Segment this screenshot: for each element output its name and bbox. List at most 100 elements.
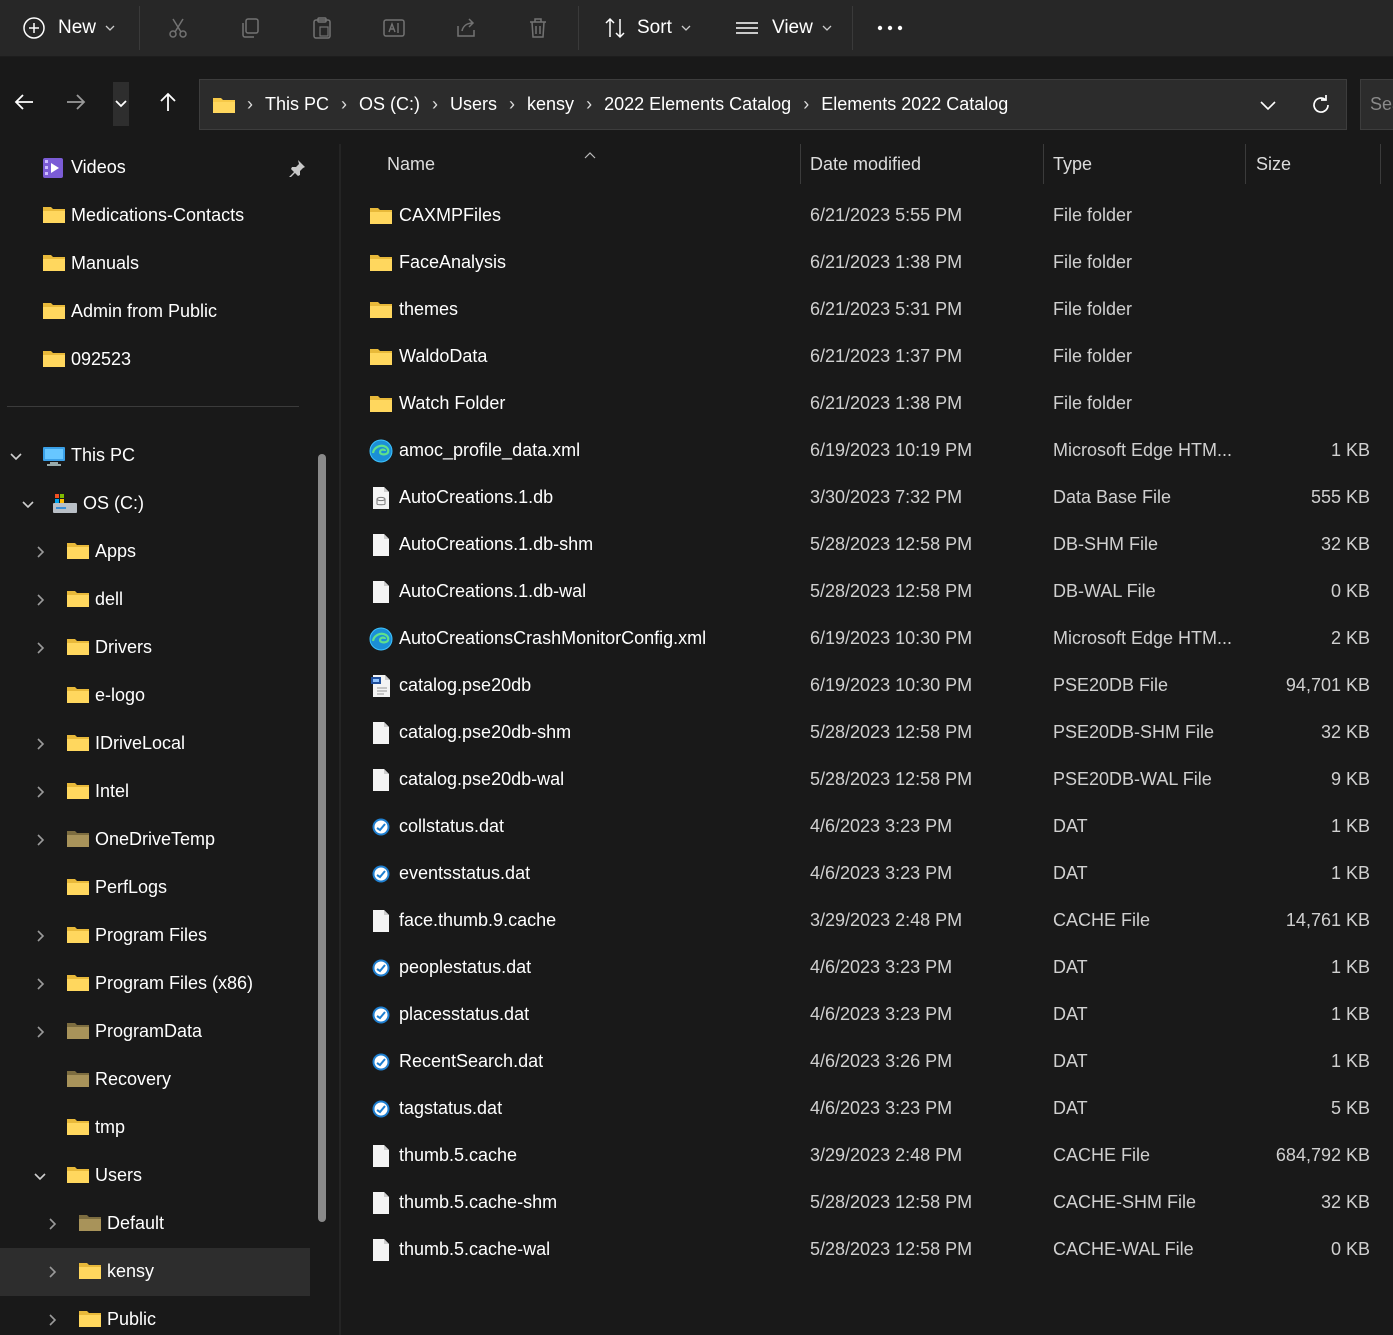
chevron-down-icon[interactable]: [8, 448, 24, 464]
search-input[interactable]: Sea: [1360, 79, 1393, 130]
rename-button[interactable]: [382, 0, 406, 56]
back-button[interactable]: [8, 84, 40, 124]
sidebar-item[interactable]: Intel: [0, 768, 310, 816]
sidebar-item[interactable]: ProgramData: [0, 1008, 310, 1056]
file-row[interactable]: AutoCreations.1.db-wal 5/28/2023 12:58 PM…: [343, 568, 1393, 615]
file-row[interactable]: thumb.5.cache 3/29/2023 2:48 PM CACHE File…: [343, 1132, 1393, 1179]
breadcrumb-item[interactable]: 2022 Elements Catalog: [595, 94, 800, 115]
sidebar-item[interactable]: dell: [0, 576, 310, 624]
sidebar-item[interactable]: 092523: [0, 336, 310, 384]
sidebar-item[interactable]: Program Files (x86): [0, 960, 310, 1008]
pin-icon[interactable]: [288, 159, 306, 182]
chevron-right-icon[interactable]: [44, 1312, 60, 1328]
forward-button[interactable]: [62, 84, 90, 124]
sidebar-item[interactable]: Videos: [0, 144, 310, 192]
sidebar-item[interactable]: Default: [0, 1200, 310, 1248]
file-row[interactable]: face.thumb.9.cache 3/29/2023 2:48 PM CACHE…: [343, 897, 1393, 944]
chevron-right-icon[interactable]: [32, 1024, 48, 1040]
more-options-button[interactable]: [876, 0, 904, 56]
file-row[interactable]: catalog.pse20db 6/19/2023 10:30 PM PSE20DB…: [343, 662, 1393, 709]
chevron-down-icon[interactable]: [20, 496, 36, 512]
chevron-right-icon[interactable]: [32, 784, 48, 800]
file-row[interactable]: Watch Folder 6/21/2023 1:38 PM File folder: [343, 380, 1393, 427]
cut-button[interactable]: [166, 0, 190, 56]
column-divider[interactable]: [1245, 144, 1246, 184]
sidebar-item[interactable]: OneDriveTemp: [0, 816, 310, 864]
file-row[interactable]: catalog.pse20db-wal 5/28/2023 12:58 PM PSE…: [343, 756, 1393, 803]
sidebar-scrollbar[interactable]: [318, 454, 326, 1222]
chevron-right-icon[interactable]: [32, 976, 48, 992]
recent-locations-button[interactable]: [113, 82, 129, 126]
sidebar-item[interactable]: Program Files: [0, 912, 310, 960]
sidebar-item[interactable]: Users: [0, 1152, 310, 1200]
column-divider[interactable]: [1043, 144, 1044, 184]
copy-button[interactable]: [238, 0, 262, 56]
sidebar-item[interactable]: Drivers: [0, 624, 310, 672]
column-header-type[interactable]: Type: [1053, 154, 1092, 175]
breadcrumb-item[interactable]: kensy: [518, 94, 583, 115]
chevron-right-icon[interactable]: [32, 928, 48, 944]
file-row[interactable]: AutoCreations.1.db-shm 5/28/2023 12:58 PM…: [343, 521, 1393, 568]
breadcrumb-item[interactable]: Users: [441, 94, 506, 115]
file-row[interactable]: CAXMPFiles 6/21/2023 5:55 PM File folder: [343, 192, 1393, 239]
sidebar-item[interactable]: This PC: [0, 432, 310, 480]
file-row[interactable]: collstatus.dat 4/6/2023 3:23 PM DAT 1 KB: [343, 803, 1393, 850]
address-dropdown-chevron-icon[interactable]: [1258, 95, 1278, 115]
share-button[interactable]: [454, 0, 478, 56]
sidebar-item[interactable]: Manuals: [0, 240, 310, 288]
breadcrumb-item[interactable]: This PC: [256, 94, 338, 115]
column-header-name[interactable]: Name: [387, 154, 435, 175]
breadcrumb-item[interactable]: Elements 2022 Catalog: [812, 94, 1017, 115]
sort-button[interactable]: Sort: [603, 0, 692, 56]
sidebar-item[interactable]: Recovery: [0, 1056, 310, 1104]
chevron-right-icon[interactable]: [32, 592, 48, 608]
breadcrumb-item[interactable]: OS (C:): [350, 94, 429, 115]
file-row[interactable]: FaceAnalysis 6/21/2023 1:38 PM File folder: [343, 239, 1393, 286]
chevron-down-icon[interactable]: [32, 1168, 48, 1184]
column-divider[interactable]: [1380, 144, 1381, 184]
sidebar-item[interactable]: Admin from Public: [0, 288, 310, 336]
sidebar-item[interactable]: e-logo: [0, 672, 310, 720]
file-row[interactable]: thumb.5.cache-wal 5/28/2023 12:58 PM CACHE…: [343, 1226, 1393, 1273]
chevron-right-icon[interactable]: [32, 544, 48, 560]
up-button[interactable]: [154, 84, 182, 124]
new-button[interactable]: New: [22, 0, 116, 56]
file-row[interactable]: AutoCreationsCrashMonitorConfig.xml 6/19/…: [343, 615, 1393, 662]
refresh-icon[interactable]: [1309, 93, 1333, 117]
column-header-date[interactable]: Date modified: [810, 154, 921, 175]
sidebar-item[interactable]: Medications-Contacts: [0, 192, 310, 240]
pane-divider[interactable]: [339, 144, 341, 1335]
sidebar-item[interactable]: OS (C:): [0, 480, 310, 528]
chevron-right-icon[interactable]: [44, 1216, 60, 1232]
delete-button[interactable]: [526, 0, 550, 56]
sidebar-item[interactable]: Public: [0, 1296, 310, 1335]
column-header-size[interactable]: Size: [1256, 154, 1291, 175]
address-bar[interactable]: › This PC › OS (C:) › Users › kensy › 20…: [199, 79, 1347, 130]
file-row[interactable]: WaldoData 6/21/2023 1:37 PM File folder: [343, 333, 1393, 380]
file-row[interactable]: placesstatus.dat 4/6/2023 3:23 PM DAT 1 KB: [343, 991, 1393, 1038]
file-date-modified: 4/6/2023 3:26 PM: [810, 1051, 953, 1071]
sidebar-item[interactable]: Apps: [0, 528, 310, 576]
paste-button[interactable]: [310, 0, 334, 56]
sidebar-item[interactable]: tmp: [0, 1104, 310, 1152]
file-row[interactable]: AutoCreations.1.db 3/30/2023 7:32 PM Data …: [343, 474, 1393, 521]
file-row[interactable]: catalog.pse20db-shm 5/28/2023 12:58 PM PSE…: [343, 709, 1393, 756]
toolbar-divider: [578, 6, 579, 50]
sidebar-item[interactable]: IDriveLocal: [0, 720, 310, 768]
file-row[interactable]: eventsstatus.dat 4/6/2023 3:23 PM DAT 1 KB: [343, 850, 1393, 897]
file-row[interactable]: tagstatus.dat 4/6/2023 3:23 PM DAT 5 KB: [343, 1085, 1393, 1132]
view-button[interactable]: View: [734, 0, 833, 56]
file-row[interactable]: RecentSearch.dat 4/6/2023 3:26 PM DAT 1 KB: [343, 1038, 1393, 1085]
file-row[interactable]: themes 6/21/2023 5:31 PM File folder: [343, 286, 1393, 333]
file-row[interactable]: peoplestatus.dat 4/6/2023 3:23 PM DAT 1 KB: [343, 944, 1393, 991]
column-divider[interactable]: [800, 144, 801, 184]
chevron-right-icon[interactable]: [44, 1264, 60, 1280]
chevron-right-icon[interactable]: [32, 736, 48, 752]
plus-circle-icon: [22, 16, 46, 40]
sidebar-item[interactable]: kensy: [0, 1248, 310, 1296]
sidebar-item[interactable]: PerfLogs: [0, 864, 310, 912]
file-row[interactable]: amoc_profile_data.xml 6/19/2023 10:19 PM M…: [343, 427, 1393, 474]
chevron-right-icon[interactable]: [32, 640, 48, 656]
file-row[interactable]: thumb.5.cache-shm 5/28/2023 12:58 PM CACHE…: [343, 1179, 1393, 1226]
chevron-right-icon[interactable]: [32, 832, 48, 848]
